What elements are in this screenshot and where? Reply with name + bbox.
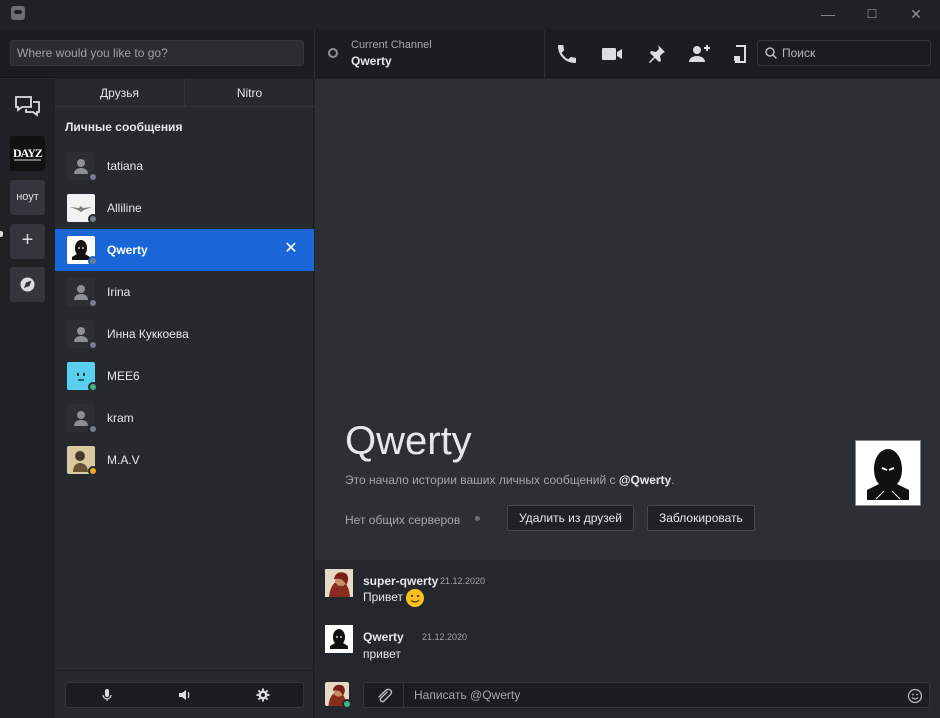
tab-nitro[interactable]: Nitro	[185, 79, 314, 107]
dm-name: Alliline	[107, 201, 142, 215]
message-body: Привет	[363, 588, 425, 608]
current-channel-label: Current Channel	[351, 39, 432, 51]
status-indicator	[88, 298, 98, 308]
add-friend-icon[interactable]	[688, 42, 712, 66]
message-timestamp: 21.12.2020	[440, 576, 486, 586]
status-indicator	[342, 699, 352, 709]
message-author[interactable]: Qwerty	[363, 630, 404, 644]
message: super-qwerty 21.12.2020 Привет	[315, 561, 940, 615]
dm-item-mee6[interactable]: MEE6	[55, 355, 314, 397]
discord-logo-icon	[11, 6, 25, 20]
mutual-servers-label: Нет общих серверов	[345, 513, 461, 527]
status-indicator	[88, 172, 98, 182]
message-author[interactable]: super-qwerty	[363, 574, 438, 588]
server-hoyt-label: ноут	[16, 191, 39, 203]
message: Qwerty 21.12.2020 привет	[315, 617, 940, 671]
dm-item-irina[interactable]: Irina	[55, 271, 314, 313]
quick-switcher-input[interactable]	[10, 40, 304, 66]
emoji-picker-icon[interactable]	[907, 688, 923, 704]
message-input[interactable]	[403, 682, 930, 708]
search-input[interactable]	[782, 45, 922, 61]
divider	[544, 30, 545, 78]
search-box[interactable]	[757, 40, 931, 66]
microphone-icon[interactable]	[100, 688, 114, 702]
chat-bubbles-icon	[15, 96, 40, 117]
close-dm-icon[interactable]: ✕	[282, 240, 300, 258]
dm-name: Qwerty	[107, 243, 148, 257]
inbox-icon[interactable]	[728, 42, 752, 66]
status-indicator	[88, 256, 98, 266]
top-bar: Current Channel Qwerty	[0, 30, 940, 78]
dm-name: Irina	[107, 285, 131, 299]
pin-icon[interactable]	[644, 42, 668, 66]
current-channel-name: Qwerty	[351, 54, 392, 68]
paperclip-icon	[378, 688, 393, 703]
plus-icon: +	[21, 229, 34, 251]
settings-gear-icon[interactable]	[256, 688, 270, 702]
title-bar: — ☐ ✕	[0, 0, 940, 30]
status-indicator	[88, 214, 98, 224]
server-rail: DAYZ ноут +	[0, 79, 55, 718]
composer	[315, 672, 940, 718]
attach-button[interactable]	[363, 682, 403, 708]
message-timestamp: 21.12.2020	[422, 632, 468, 642]
channel-status-icon	[328, 48, 338, 58]
direct-messages-panel: Друзья Nitro Личные сообщения tatiana Al…	[55, 79, 314, 718]
maximize-button[interactable]: ☐	[850, 0, 894, 30]
dm-item-mav[interactable]: M.A.V	[55, 439, 314, 481]
dm-item-kram[interactable]: kram	[55, 397, 314, 439]
phone-icon[interactable]	[555, 42, 579, 66]
intro-text: Это начало истории ваших личных сообщени…	[345, 473, 619, 487]
separator-dot	[475, 516, 480, 521]
add-server-button[interactable]: +	[10, 224, 45, 259]
compass-icon	[20, 277, 35, 292]
server-hoyt[interactable]: ноут	[10, 180, 45, 215]
dm-name: tatiana	[107, 159, 144, 173]
panel-tabs: Друзья Nitro	[55, 79, 314, 107]
avatar[interactable]	[325, 625, 353, 653]
server-dayz[interactable]: DAYZ	[10, 136, 45, 171]
minimize-button[interactable]: —	[806, 0, 850, 30]
dm-item-qwerty[interactable]: Qwerty ✕	[55, 229, 314, 271]
close-window-button[interactable]: ✕	[894, 0, 938, 30]
dm-name: MEE6	[107, 369, 140, 383]
message-text: привет	[363, 647, 401, 661]
intro-suffix: .	[671, 473, 675, 487]
search-icon	[765, 47, 778, 60]
conversation-intro: Это начало истории ваших личных сообщени…	[345, 473, 675, 487]
direct-messages-button[interactable]	[10, 89, 45, 124]
status-indicator	[88, 382, 98, 392]
status-indicator	[88, 340, 98, 350]
voice-controls	[65, 682, 304, 708]
explore-servers-button[interactable]	[10, 267, 45, 302]
status-indicator	[88, 466, 98, 476]
status-indicator	[88, 424, 98, 434]
slight-smile-emoji-icon	[406, 589, 425, 607]
tab-friends[interactable]: Друзья	[55, 79, 185, 107]
chat-area: Qwerty Это начало истории ваших личных с…	[315, 79, 940, 718]
selected-server-indicator	[0, 231, 3, 237]
intro-user-mention[interactable]: @Qwerty	[619, 473, 671, 487]
dm-item-inna[interactable]: Инна Куккоева	[55, 313, 314, 355]
dm-name: Инна Куккоева	[107, 327, 189, 341]
divider	[314, 30, 315, 78]
remove-friend-button[interactable]: Удалить из друзей	[507, 505, 634, 531]
conversation-title: Qwerty	[345, 419, 472, 463]
speaker-icon[interactable]	[178, 688, 192, 702]
dm-list-header: Личные сообщения	[65, 120, 183, 134]
dm-name: M.A.V	[107, 453, 140, 467]
block-button[interactable]: Заблокировать	[647, 505, 755, 531]
avatar[interactable]	[325, 569, 353, 597]
dm-item-alliline[interactable]: Alliline	[55, 187, 314, 229]
server-dayz-underline	[14, 159, 41, 161]
message-text: Привет	[363, 590, 404, 605]
profile-avatar[interactable]	[855, 440, 921, 506]
video-icon[interactable]	[600, 42, 624, 66]
dm-item-tatiana[interactable]: tatiana	[55, 145, 314, 187]
divider	[55, 670, 314, 671]
dm-name: kram	[107, 411, 134, 425]
